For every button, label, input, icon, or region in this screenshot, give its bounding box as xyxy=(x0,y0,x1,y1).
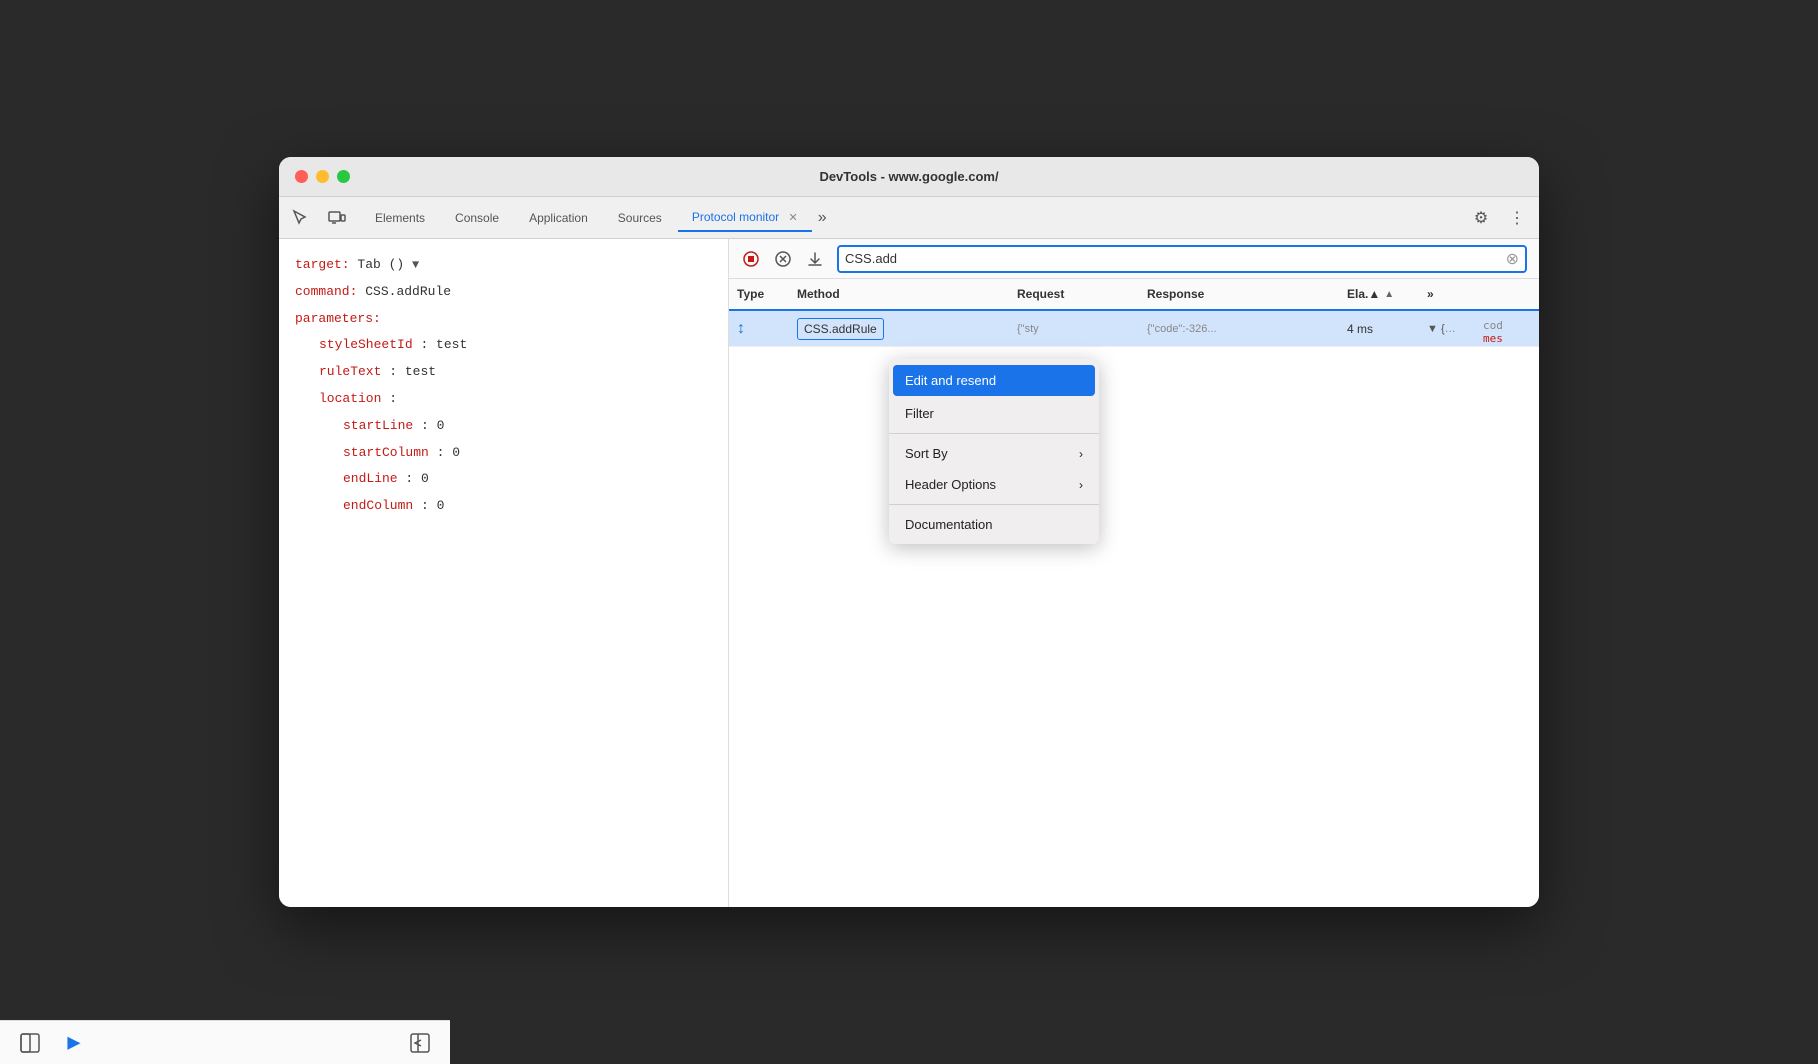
cell-expand: ▼ {code xyxy=(1427,323,1457,335)
tab-protocol-monitor[interactable]: Protocol monitor ✕ xyxy=(678,204,812,232)
close-button[interactable] xyxy=(295,170,308,183)
menu-item-documentation[interactable]: Documentation xyxy=(889,509,1099,540)
context-menu: Edit and resend Filter Sort By › Header … xyxy=(889,359,1099,544)
param-location-row: location : xyxy=(295,389,712,410)
col-method: Method xyxy=(797,287,1017,301)
target-row: target: Tab () ▼ xyxy=(295,255,712,276)
table-row[interactable]: ↕ CSS.addRule {"sty {"code":-326... 4 ms… xyxy=(729,311,1539,347)
toolbar: ⊗ xyxy=(729,239,1539,279)
col-expand: » xyxy=(1427,287,1457,301)
col-request: Request xyxy=(1017,287,1147,301)
parameters-row: parameters: xyxy=(295,309,712,330)
param-startcolumn-row: startColumn : 0 xyxy=(295,443,712,464)
cell-response: {"code":-326... xyxy=(1147,323,1347,335)
cell-method: CSS.addRule xyxy=(797,318,1017,340)
menu-item-edit-resend[interactable]: Edit and resend xyxy=(893,365,1095,396)
stop-recording-button[interactable] xyxy=(737,245,765,273)
search-clear-icon[interactable]: ⊗ xyxy=(1506,249,1519,269)
maximize-button[interactable] xyxy=(337,170,350,183)
window-title: DevTools - www.google.com/ xyxy=(819,169,998,184)
device-icon[interactable] xyxy=(323,204,351,232)
json-preview: cod mes xyxy=(1479,311,1539,353)
settings-icon[interactable]: ⚙ xyxy=(1467,204,1495,232)
param-startline-row: startLine : 0 xyxy=(295,416,712,437)
devtools-window: DevTools - www.google.com/ Elements Cons… xyxy=(279,157,1539,907)
param-stylesheet-row: styleSheetId : test xyxy=(295,335,712,356)
submenu-arrow-icon: › xyxy=(1079,447,1083,461)
inspect-icon[interactable] xyxy=(287,204,315,232)
download-button[interactable] xyxy=(801,245,829,273)
sort-arrow-icon: ▲ xyxy=(1384,289,1394,300)
more-options-icon[interactable]: ⋮ xyxy=(1503,204,1531,232)
left-panel: target: Tab () ▼ command: CSS.addRule pa… xyxy=(279,239,729,907)
tab-overflow-icon[interactable]: » xyxy=(818,209,827,227)
right-panel: ⊗ Type Method Request Response Ela.▲ xyxy=(729,239,1539,907)
param-ruletext-row: ruleText : test xyxy=(295,362,712,383)
command-row: command: CSS.addRule xyxy=(295,282,712,303)
menu-item-header-options[interactable]: Header Options › xyxy=(889,469,1099,500)
col-type: Type xyxy=(737,287,797,301)
col-response: Response xyxy=(1147,287,1347,301)
tab-icon-group xyxy=(287,204,351,232)
cell-elapsed: 4 ms xyxy=(1347,322,1427,336)
col-elapsed: Ela.▲ ▲ xyxy=(1347,287,1427,301)
tabbar-right: ⚙ ⋮ xyxy=(1467,204,1531,232)
table-body: ↕ CSS.addRule {"sty {"code":-326... 4 ms… xyxy=(729,311,1539,907)
tab-application[interactable]: Application xyxy=(515,205,602,231)
search-bar: ⊗ xyxy=(837,245,1527,273)
param-endline-row: endLine : 0 xyxy=(295,469,712,490)
clear-button[interactable] xyxy=(769,245,797,273)
param-endcolumn-row: endColumn : 0 xyxy=(295,496,712,517)
minimize-button[interactable] xyxy=(316,170,329,183)
menu-separator-2 xyxy=(889,504,1099,505)
menu-item-sort-by[interactable]: Sort By › xyxy=(889,438,1099,469)
tab-sources[interactable]: Sources xyxy=(604,205,676,231)
menu-separator xyxy=(889,433,1099,434)
traffic-lights xyxy=(295,170,350,183)
table-header: Type Method Request Response Ela.▲ ▲ » xyxy=(729,279,1539,311)
submenu-arrow-icon: › xyxy=(1079,478,1083,492)
tabbar: Elements Console Application Sources Pro… xyxy=(279,197,1539,239)
tab-console[interactable]: Console xyxy=(441,205,513,231)
cell-direction: ↕ xyxy=(737,320,797,338)
search-input[interactable] xyxy=(845,251,1506,266)
tab-elements[interactable]: Elements xyxy=(361,205,439,231)
main-content: target: Tab () ▼ command: CSS.addRule pa… xyxy=(279,239,1539,907)
cell-request: {"sty xyxy=(1017,323,1147,335)
tab-close-icon[interactable]: ✕ xyxy=(789,212,798,224)
titlebar: DevTools - www.google.com/ xyxy=(279,157,1539,197)
menu-item-filter[interactable]: Filter xyxy=(889,398,1099,429)
